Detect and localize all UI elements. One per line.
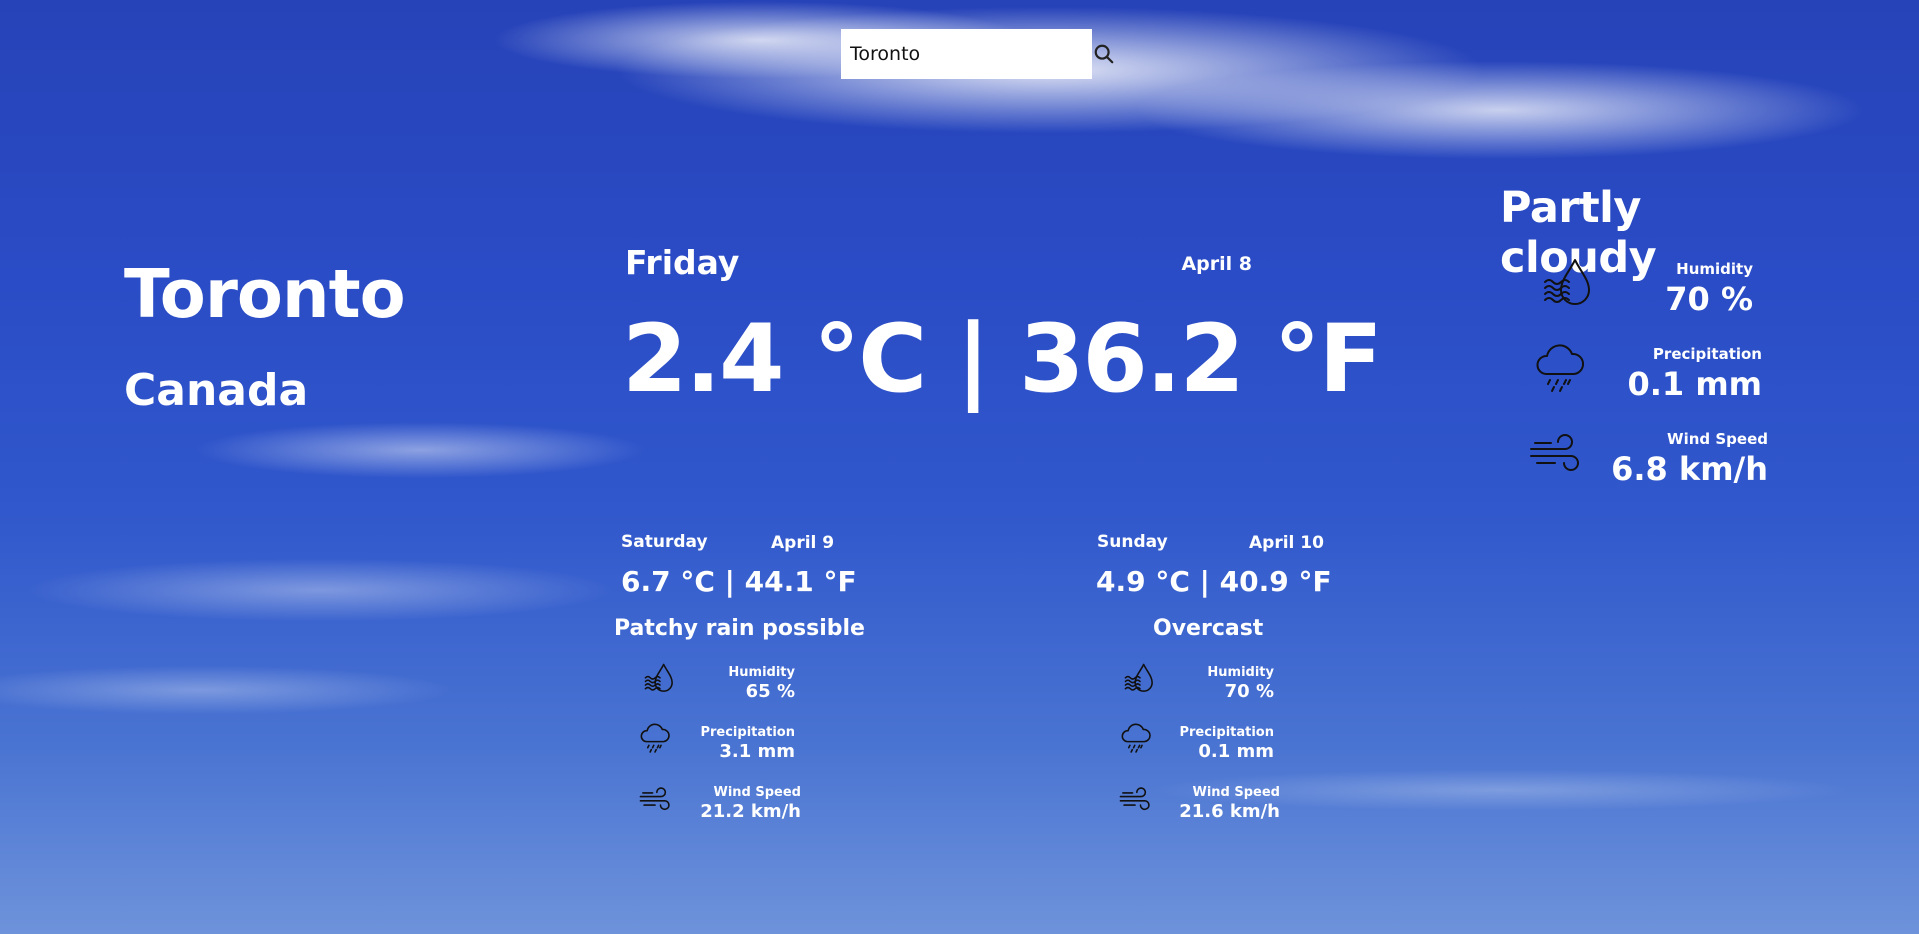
humidity-icon — [1544, 259, 1590, 305]
current-wind: Wind Speed 6.8 km/h — [1611, 430, 1768, 488]
search-bar — [841, 29, 1114, 79]
forecast-wind: Wind Speed 21.2 km/h — [700, 785, 801, 822]
wind-value: 6.8 km/h — [1611, 450, 1768, 488]
country-name: Canada — [124, 365, 309, 416]
rain-cloud-icon — [640, 723, 670, 753]
search-button[interactable] — [1093, 41, 1115, 67]
precipitation-label: Precipitation — [1179, 725, 1274, 740]
rain-cloud-icon — [1121, 723, 1151, 753]
humidity-value: 70 % — [1665, 280, 1753, 318]
current-temperature: 2.4 °C | 36.2 °F — [622, 305, 1383, 414]
forecast-date: April 9 — [771, 533, 835, 553]
forecast-condition: Overcast — [1153, 616, 1264, 641]
humidity-value: 65 % — [745, 681, 795, 702]
forecast-condition: Patchy rain possible — [614, 616, 865, 641]
precipitation-label: Precipitation — [700, 725, 795, 740]
forecast-temperature: 4.9 °C | 40.9 °F — [1096, 565, 1332, 598]
forecast-day: Saturday — [621, 532, 708, 552]
humidity-label: Humidity — [1207, 665, 1274, 680]
current-date: April 8 — [1181, 253, 1252, 275]
wind-label: Wind Speed — [713, 785, 802, 800]
humidity-icon — [644, 663, 673, 692]
current-precipitation: Precipitation 0.1 mm — [1627, 345, 1762, 403]
forecast-day: Sunday — [1097, 532, 1168, 552]
precipitation-label: Precipitation — [1652, 345, 1762, 363]
humidity-value: 70 % — [1224, 681, 1274, 702]
city-name: Toronto — [124, 255, 406, 333]
forecast-humidity: Humidity 70 % — [1207, 665, 1274, 702]
precipitation-value: 0.1 mm — [1198, 741, 1274, 762]
forecast-date: April 10 — [1249, 533, 1324, 553]
wind-label: Wind Speed — [1667, 430, 1768, 448]
humidity-label: Humidity — [728, 665, 795, 680]
wind-value: 21.6 km/h — [1179, 801, 1280, 822]
wind-value: 21.2 km/h — [700, 801, 801, 822]
forecast-temperature: 6.7 °C | 44.1 °F — [621, 565, 857, 598]
wind-icon — [639, 787, 670, 811]
wind-icon — [1119, 787, 1150, 811]
forecast-precipitation: Precipitation 0.1 mm — [1179, 725, 1274, 762]
search-input[interactable] — [850, 43, 1093, 65]
humidity-icon — [1124, 663, 1153, 692]
search-icon — [1094, 44, 1114, 64]
precipitation-value: 3.1 mm — [719, 741, 795, 762]
current-day: Friday — [625, 243, 740, 282]
forecast-wind: Wind Speed 21.6 km/h — [1179, 785, 1280, 822]
wind-icon — [1530, 434, 1579, 471]
humidity-label: Humidity — [1676, 260, 1753, 278]
precipitation-value: 0.1 mm — [1627, 365, 1762, 403]
wind-label: Wind Speed — [1192, 785, 1281, 800]
rain-cloud-icon — [1536, 344, 1584, 392]
forecast-precipitation: Precipitation 3.1 mm — [700, 725, 795, 762]
current-humidity: Humidity 70 % — [1665, 260, 1753, 318]
forecast-humidity: Humidity 65 % — [728, 665, 795, 702]
